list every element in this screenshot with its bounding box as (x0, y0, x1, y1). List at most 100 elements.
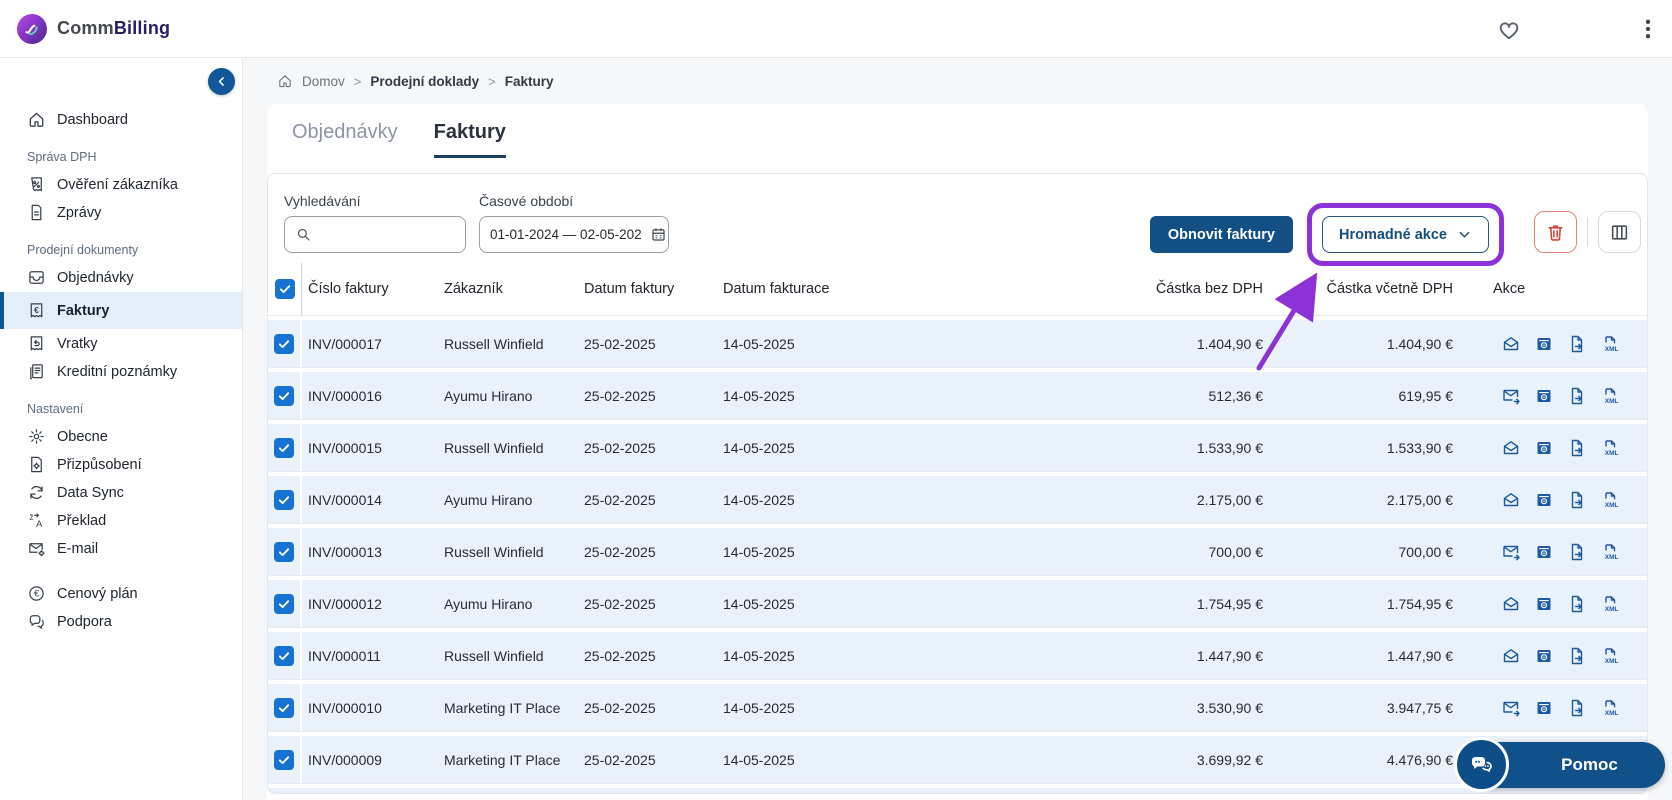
col-header-castka-bez-dph[interactable]: Částka bez DPH (883, 281, 1263, 297)
search-label: Vyhledávání (284, 193, 361, 209)
col-header-datum-faktury[interactable]: Datum faktury (584, 281, 723, 297)
breadcrumb-domov[interactable]: Domov (302, 74, 345, 89)
table-row: INV/000011 Russell Winfield 25-02-2025 14-0… (268, 627, 1647, 679)
row-checkbox[interactable] (274, 489, 294, 510)
row-checkbox[interactable] (274, 697, 294, 718)
col-header-castka-vcetne-dph[interactable]: Částka včetně DPH (1263, 281, 1453, 297)
kebab-menu-icon[interactable] (1636, 17, 1660, 43)
period-label: Časové období (479, 193, 574, 209)
customer-name: Russell Winfield (444, 543, 544, 560)
help-button[interactable]: Pomoc (1454, 737, 1665, 792)
row-checkbox[interactable] (274, 385, 294, 406)
email-send-icon[interactable] (1501, 386, 1521, 406)
credit-note-icon (27, 362, 46, 381)
export-document-icon[interactable] (1567, 542, 1587, 562)
sidebar-item-p-eklad[interactable]: ž A Překlad (0, 507, 242, 534)
tab-objednavky[interactable]: Objednávky (292, 121, 398, 158)
column-settings-button[interactable] (1598, 211, 1641, 253)
email-send-icon[interactable] (1501, 542, 1521, 562)
export-xml-icon[interactable]: XML (1600, 698, 1620, 718)
sidebar-item-objedn-vky[interactable]: Objednávky (0, 264, 242, 291)
payment-icon[interactable] (1534, 646, 1554, 666)
orders-icon (27, 268, 46, 287)
email-open-icon[interactable] (1501, 334, 1521, 354)
sidebar-item-data-sync[interactable]: Data Sync (0, 479, 242, 506)
col-header-cislo-faktury[interactable]: Číslo faktury (302, 281, 444, 297)
sidebar-item-ov-en-z-kazn-ka[interactable]: Ověření zákazníka (0, 171, 242, 198)
export-xml-icon[interactable]: XML (1600, 490, 1620, 510)
sidebar-collapse-button[interactable] (208, 68, 235, 95)
invoice-number: INV/000017 (308, 335, 382, 352)
amount-excl-vat: 1.754,95 € (1196, 595, 1263, 612)
email-open-icon[interactable] (1501, 594, 1521, 614)
sidebar-item-obecne[interactable]: Obecne (0, 423, 242, 450)
row-actions: XML (1453, 386, 1647, 406)
col-header-datum-fakturace[interactable]: Datum fakturace (723, 281, 883, 297)
payment-icon[interactable] (1534, 386, 1554, 406)
chevron-down-icon (1457, 227, 1472, 242)
export-document-icon[interactable] (1567, 646, 1587, 666)
payment-icon[interactable] (1534, 698, 1554, 718)
sidebar-item-kreditn-pozn-mky[interactable]: Kreditní poznámky (0, 358, 242, 385)
payment-icon[interactable] (1534, 334, 1554, 354)
invoice-date: 25-02-2025 (584, 439, 656, 456)
sidebar-item-faktury[interactable]: € Faktury (0, 292, 242, 329)
svg-text:XML: XML (1605, 606, 1619, 613)
breadcrumb-faktury[interactable]: Faktury (505, 74, 554, 89)
row-checkbox[interactable] (274, 333, 294, 354)
export-xml-icon[interactable]: XML (1600, 438, 1620, 458)
export-document-icon[interactable] (1567, 698, 1587, 718)
breadcrumb-prodejni-doklady[interactable]: Prodejní doklady (370, 74, 479, 89)
date-range-input[interactable]: 01-01-2024 — 02-05-202 (479, 216, 669, 253)
payment-icon[interactable] (1534, 542, 1554, 562)
invoice-date: 25-02-2025 (584, 595, 656, 612)
export-document-icon[interactable] (1567, 386, 1587, 406)
brand-logo: CommBilling (17, 13, 170, 44)
tab-faktury[interactable]: Faktury (433, 121, 506, 158)
payment-icon[interactable] (1534, 490, 1554, 510)
sidebar-item-e-mail[interactable]: E-mail (0, 535, 242, 562)
row-checkbox[interactable] (274, 593, 294, 614)
row-checkbox[interactable] (274, 541, 294, 562)
period-group: Časové období 01-01-2024 — 02-05-202 (479, 193, 669, 253)
row-checkbox[interactable] (274, 749, 294, 770)
sidebar-item-p-izp-soben-[interactable]: Přizpůsobení (0, 451, 242, 478)
email-open-icon[interactable] (1501, 646, 1521, 666)
export-document-icon[interactable] (1567, 438, 1587, 458)
export-document-icon[interactable] (1567, 334, 1587, 354)
refresh-invoices-button[interactable]: Obnovit faktury (1149, 216, 1293, 253)
favorites-heart-icon[interactable] (1496, 17, 1522, 43)
sidebar-item-podpora[interactable]: Podpora (0, 608, 242, 635)
export-xml-icon[interactable]: XML (1600, 386, 1620, 406)
customer-name: Russell Winfield (444, 439, 544, 456)
delete-selected-button[interactable] (1534, 211, 1577, 253)
invoice-number: INV/000009 (308, 751, 382, 768)
export-xml-icon[interactable]: XML (1600, 646, 1620, 666)
table-row: INV/000015 Russell Winfield 25-02-2025 14-0… (268, 419, 1647, 471)
export-document-icon[interactable] (1567, 490, 1587, 510)
email-open-icon[interactable] (1501, 438, 1521, 458)
sidebar-item-dashboard[interactable]: Dashboard (0, 106, 242, 133)
customer-name: Ayumu Hirano (444, 595, 533, 612)
sidebar-item-zpr-vy[interactable]: Zprávy (0, 199, 242, 226)
row-checkbox[interactable] (274, 645, 294, 666)
sidebar-item-label: Faktury (57, 302, 110, 319)
sidebar-item-vratky[interactable]: Vratky (0, 330, 242, 357)
search-input[interactable] (320, 226, 455, 243)
invoice-date: 25-02-2025 (584, 699, 656, 716)
export-xml-icon[interactable]: XML (1600, 542, 1620, 562)
table-row: INV/000012 Ayumu Hirano 25-02-2025 14-05-20… (268, 575, 1647, 627)
export-xml-icon[interactable]: XML (1600, 334, 1620, 354)
export-xml-icon[interactable]: XML (1600, 594, 1620, 614)
amount-excl-vat: 2.175,00 € (1196, 491, 1263, 508)
email-open-icon[interactable] (1501, 490, 1521, 510)
sidebar-item-cenov-pl-n[interactable]: € Cenový plán (0, 580, 242, 607)
select-all-checkbox[interactable] (274, 279, 295, 299)
payment-icon[interactable] (1534, 438, 1554, 458)
payment-icon[interactable] (1534, 594, 1554, 614)
col-header-zakaznik[interactable]: Zákazník (444, 281, 584, 297)
row-checkbox[interactable] (274, 437, 294, 458)
email-send-icon[interactable] (1501, 698, 1521, 718)
export-document-icon[interactable] (1567, 594, 1587, 614)
bulk-actions-button[interactable]: Hromadné akce (1322, 216, 1489, 253)
